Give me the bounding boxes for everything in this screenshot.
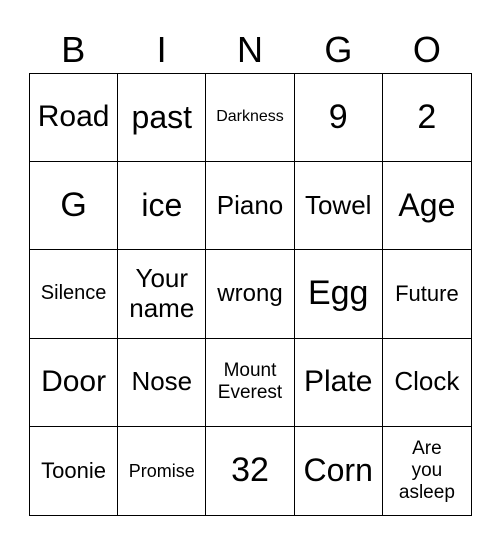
bingo-header: B I N G O — [29, 26, 471, 74]
bingo-cell[interactable]: Toonie — [30, 426, 119, 515]
bingo-cell[interactable]: Mount Everest — [206, 338, 295, 427]
bingo-cell[interactable]: ice — [118, 162, 207, 251]
header-letter: N — [237, 29, 264, 70]
bingo-cell[interactable]: Egg — [294, 250, 383, 339]
header-letter: I — [156, 29, 167, 70]
bingo-cell[interactable]: Darkness — [206, 74, 295, 163]
bingo-cell[interactable]: Piano — [206, 162, 295, 251]
bingo-cell[interactable]: past — [118, 74, 207, 163]
bingo-cell[interactable]: Are you asleep — [383, 427, 471, 515]
bingo-cell[interactable]: Road — [30, 74, 119, 163]
header-letter: O — [412, 29, 441, 70]
bingo-cell[interactable]: Future — [382, 250, 471, 339]
bingo-cell[interactable]: Nose — [118, 338, 207, 427]
bingo-cell[interactable]: wrong — [206, 250, 295, 339]
bingo-cell[interactable]: Your name — [118, 250, 207, 339]
bingo-cell[interactable]: Door — [30, 338, 119, 427]
bingo-grid: Road past Darkness 9 2 Gice Piano Towel Age Silen… — [29, 73, 472, 516]
bingo-cell[interactable]: 9 — [294, 74, 383, 163]
bingo-cell[interactable]: 32 — [206, 426, 295, 515]
header-letter: B — [61, 29, 86, 70]
bingo-cell[interactable]: 2 — [382, 74, 471, 163]
bingo-cell[interactable]: Silence — [30, 250, 119, 339]
bingo-cell[interactable]: Plate — [294, 338, 383, 427]
bingo-cell[interactable]: Age — [382, 162, 471, 251]
header-letter: G — [324, 29, 353, 70]
bingo-cell[interactable]: Corn — [295, 426, 383, 515]
bingo-cell[interactable]: G — [30, 162, 119, 251]
bingo-cell[interactable]: Clock — [382, 339, 471, 427]
bingo-cell[interactable]: Promise — [118, 426, 207, 515]
bingo-cell[interactable]: Towel — [294, 162, 383, 251]
